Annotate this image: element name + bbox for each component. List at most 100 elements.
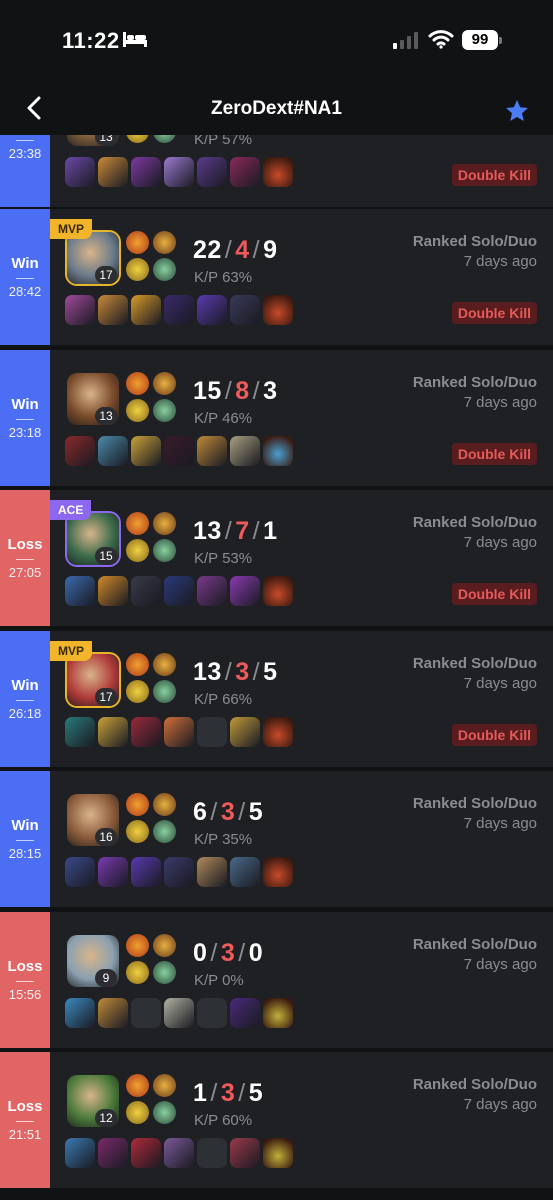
item-icon[interactable] <box>65 436 95 466</box>
match-duration: 27:05 <box>8 565 42 580</box>
match-card[interactable]: Loss 21:51 12 1/3/5 K/P 60% Ranked Solo/Duo 7 … <box>0 1052 553 1188</box>
ward-trinket-icon[interactable] <box>263 157 293 187</box>
item-icon[interactable] <box>230 1138 260 1168</box>
secondary-rune-icon <box>153 820 176 843</box>
item-icon[interactable] <box>230 576 260 606</box>
item-build <box>65 717 293 747</box>
item-icon[interactable] <box>164 436 194 466</box>
item-icon[interactable] <box>131 857 161 887</box>
item-build <box>65 295 293 325</box>
divider <box>16 559 34 560</box>
match-duration: 15:56 <box>8 987 42 1002</box>
summoner-spells-runes <box>126 793 176 845</box>
item-icon[interactable] <box>65 857 95 887</box>
kda-score: 13/3/5 <box>193 658 278 687</box>
item-icon[interactable] <box>98 436 128 466</box>
kda-score: 13/7/1 <box>193 517 278 546</box>
match-result: Win <box>11 817 39 834</box>
secondary-rune-icon <box>153 399 176 422</box>
item-icon[interactable] <box>164 998 194 1028</box>
ward-trinket-icon[interactable] <box>263 998 293 1028</box>
match-card[interactable]: Win 23:18 13 15/8/3 K/P 46% Ranked Solo/Duo 7 … <box>0 350 553 486</box>
item-build <box>65 1138 293 1168</box>
match-card[interactable]: Win 28:42 17 MVP 22/4/9 K/P 63% Ranked Solo/Du… <box>0 209 553 345</box>
empty-item-slot <box>197 1138 227 1168</box>
time-ago: 7 days ago <box>463 956 537 973</box>
match-duration: 28:15 <box>8 846 42 861</box>
item-icon[interactable] <box>98 157 128 187</box>
item-icon[interactable] <box>164 717 194 747</box>
match-duration: 23:18 <box>8 425 42 440</box>
item-icon[interactable] <box>98 295 128 325</box>
match-card[interactable]: Win23:3813//K/P 57%Ranked Solo/Duo7 days… <box>0 135 553 207</box>
item-icon[interactable] <box>197 857 227 887</box>
item-icon[interactable] <box>197 295 227 325</box>
item-icon[interactable] <box>65 157 95 187</box>
empty-item-slot <box>131 998 161 1028</box>
item-icon[interactable] <box>131 295 161 325</box>
item-icon[interactable] <box>197 157 227 187</box>
item-icon[interactable] <box>65 1138 95 1168</box>
champion-level: 13 <box>95 407 117 425</box>
item-icon[interactable] <box>230 857 260 887</box>
item-icon[interactable] <box>65 717 95 747</box>
assists-count: 0 <box>248 939 264 967</box>
kda-separator: / <box>252 236 261 264</box>
divider <box>16 840 34 841</box>
item-icon[interactable] <box>230 998 260 1028</box>
divider <box>16 981 34 982</box>
match-card[interactable]: Loss 15:56 9 0/3/0 K/P 0% Ranked Solo/Duo 7 da… <box>0 912 553 1048</box>
item-icon[interactable] <box>98 1138 128 1168</box>
queue-type: Ranked Solo/Duo <box>412 1076 537 1093</box>
item-icon[interactable] <box>164 576 194 606</box>
item-icon[interactable] <box>65 295 95 325</box>
item-build <box>65 998 293 1028</box>
match-result: Win <box>11 677 39 694</box>
item-icon[interactable] <box>98 717 128 747</box>
assists-count: 5 <box>248 1079 264 1107</box>
item-icon[interactable] <box>230 717 260 747</box>
item-icon[interactable] <box>230 436 260 466</box>
item-icon[interactable] <box>65 576 95 606</box>
favorite-star-icon[interactable] <box>504 98 530 124</box>
item-icon[interactable] <box>197 576 227 606</box>
item-icon[interactable] <box>164 157 194 187</box>
item-icon[interactable] <box>230 295 260 325</box>
ward-trinket-icon[interactable] <box>263 576 293 606</box>
ward-trinket-icon[interactable] <box>263 717 293 747</box>
kda-separator: / <box>252 377 261 405</box>
item-icon[interactable] <box>164 1138 194 1168</box>
item-icon[interactable] <box>197 436 227 466</box>
item-icon[interactable] <box>131 576 161 606</box>
match-card[interactable]: Win 28:15 16 6/3/5 K/P 35% Ranked Solo/Duo 7 d… <box>0 771 553 907</box>
item-icon[interactable] <box>164 857 194 887</box>
match-card[interactable]: Loss 27:05 15 ACE 13/7/1 K/P 53% Ranked Solo/D… <box>0 490 553 626</box>
kda-separator: / <box>224 658 233 686</box>
match-card[interactable]: Win 26:18 17 MVP 13/3/5 K/P 66% Ranked Solo/Du… <box>0 631 553 767</box>
match-result-bar: Win 23:18 <box>0 350 50 486</box>
item-icon[interactable] <box>65 998 95 1028</box>
item-icon[interactable] <box>131 717 161 747</box>
cellular-signal-icon <box>393 31 418 49</box>
summoner-spell-icon <box>126 512 149 535</box>
ward-trinket-icon[interactable] <box>263 436 293 466</box>
ward-trinket-icon[interactable] <box>263 1138 293 1168</box>
item-icon[interactable] <box>131 157 161 187</box>
time-ago: 7 days ago <box>463 394 537 411</box>
queue-type: Ranked Solo/Duo <box>412 655 537 672</box>
item-icon[interactable] <box>131 436 161 466</box>
summoner-spells-runes <box>126 372 176 424</box>
item-icon[interactable] <box>131 1138 161 1168</box>
champion-level: 17 <box>95 266 117 284</box>
item-icon[interactable] <box>98 576 128 606</box>
time-ago: 7 days ago <box>463 815 537 832</box>
ward-trinket-icon[interactable] <box>263 295 293 325</box>
divider <box>16 419 34 420</box>
item-icon[interactable] <box>98 857 128 887</box>
item-icon[interactable] <box>230 157 260 187</box>
item-icon[interactable] <box>164 295 194 325</box>
match-history-list[interactable]: Win23:3813//K/P 57%Ranked Solo/Duo7 days… <box>0 135 553 1200</box>
ward-trinket-icon[interactable] <box>263 857 293 887</box>
champion-level: 9 <box>95 969 117 987</box>
item-icon[interactable] <box>98 998 128 1028</box>
